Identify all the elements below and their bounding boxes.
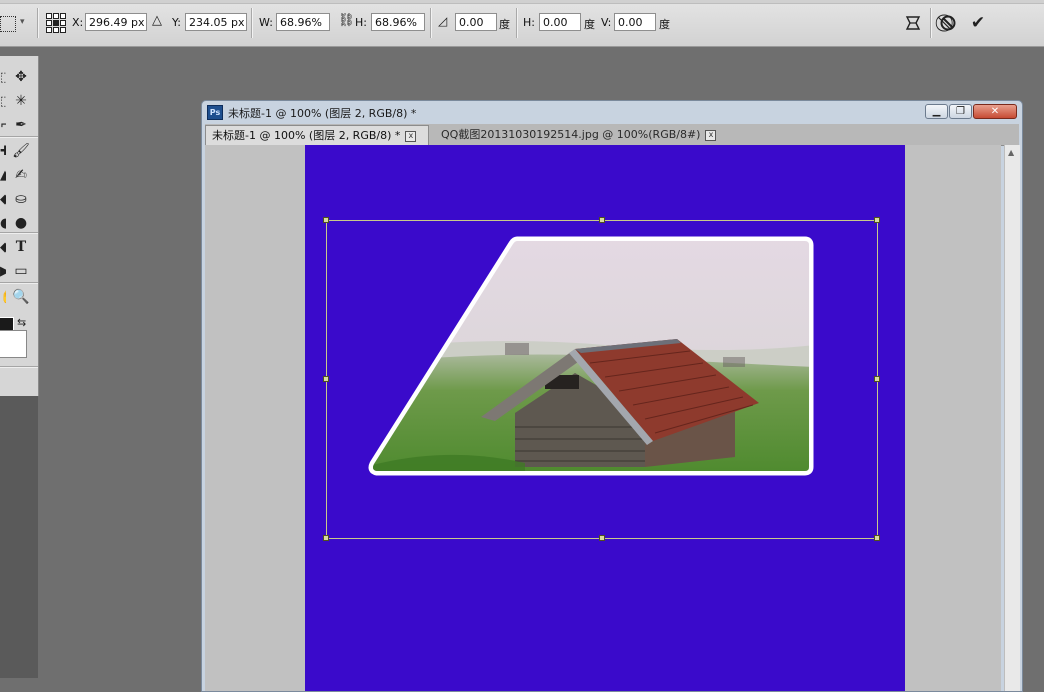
divider bbox=[0, 366, 38, 368]
canvas[interactable] bbox=[305, 145, 905, 691]
close-button[interactable]: ✕ bbox=[973, 104, 1017, 119]
tab-label: QQ截图20131030192514.jpg @ 100%(RGB/8#) bbox=[441, 128, 701, 141]
eyedropper-tool-icon[interactable]: ✒ bbox=[12, 116, 30, 134]
transform-reference-point-icon[interactable] bbox=[46, 13, 66, 33]
close-icon[interactable]: x bbox=[705, 129, 717, 141]
height-label: H: bbox=[355, 16, 367, 29]
options-bar: ▾ X: 296.49 px △ Y: 234.05 px W: 68.96% … bbox=[0, 0, 1044, 47]
type-tool-icon[interactable]: T bbox=[12, 238, 30, 256]
dodge-tool-icon[interactable]: ● bbox=[12, 214, 30, 232]
swap-colors-icon[interactable]: ⇆ bbox=[17, 316, 26, 329]
v-skew-unit: 度 bbox=[659, 18, 670, 31]
crop-tool-icon[interactable]: ⌐ bbox=[0, 118, 6, 134]
marquee-tool-icon[interactable]: ⬚ bbox=[0, 70, 6, 86]
v-skew-field[interactable]: 0.00 bbox=[614, 13, 656, 31]
transform-handle-bottom[interactable] bbox=[599, 535, 605, 541]
tab-untitled-1[interactable]: 未标题-1 @ 100% (图层 2, RGB/8) * x bbox=[205, 125, 429, 145]
divider bbox=[430, 8, 432, 38]
minimize-button[interactable]: ▁ bbox=[925, 104, 948, 119]
pen-tool-icon[interactable]: ◆ bbox=[0, 240, 6, 256]
document-pasteboard bbox=[205, 145, 1001, 691]
warp-icon-svg bbox=[905, 16, 921, 30]
transform-handle-top-left[interactable] bbox=[323, 217, 329, 223]
width-field[interactable]: 68.96% bbox=[276, 13, 330, 31]
v-skew-label: V: bbox=[601, 16, 612, 29]
tab-qq-screenshot[interactable]: QQ截图20131030192514.jpg @ 100%(RGB/8#) x bbox=[435, 125, 723, 145]
scroll-up-icon[interactable]: ▲ bbox=[1008, 148, 1014, 157]
transform-handle-top-right[interactable] bbox=[874, 217, 880, 223]
divider bbox=[930, 8, 932, 38]
transform-handle-top[interactable] bbox=[599, 217, 605, 223]
link-icon[interactable]: ⛓ bbox=[338, 13, 355, 28]
tools-panel-empty-area bbox=[0, 396, 38, 678]
background-color-swatch[interactable] bbox=[0, 330, 27, 358]
blur-tool-icon[interactable]: ● bbox=[0, 216, 6, 232]
eraser-tool-icon[interactable]: ◆ bbox=[0, 192, 6, 208]
x-position-field[interactable]: 296.49 px bbox=[85, 13, 147, 31]
cancel-transform-icon bbox=[940, 15, 956, 31]
x-label: X: bbox=[72, 16, 84, 29]
hand-tool-icon[interactable]: ✋ bbox=[0, 290, 6, 306]
paint-bucket-tool-icon[interactable]: ⛀ bbox=[12, 190, 30, 208]
divider bbox=[0, 232, 38, 234]
divider bbox=[516, 8, 518, 38]
y-position-field[interactable]: 234.05 px bbox=[185, 13, 247, 31]
h-skew-unit: 度 bbox=[584, 18, 595, 31]
lasso-tool-icon[interactable]: ⬚ bbox=[0, 94, 6, 110]
divider bbox=[251, 8, 253, 38]
tab-label: 未标题-1 @ 100% (图层 2, RGB/8) * bbox=[212, 129, 401, 142]
zoom-tool-icon[interactable]: 🔍 bbox=[12, 288, 30, 306]
transform-handle-left[interactable] bbox=[323, 376, 329, 382]
height-field[interactable]: 68.96% bbox=[371, 13, 425, 31]
h-skew-label: H: bbox=[523, 16, 535, 29]
rotate-angle-field[interactable]: 0.00 bbox=[455, 13, 497, 31]
magic-wand-tool-icon[interactable]: ✳ bbox=[12, 92, 30, 110]
document-titlebar[interactable]: Ps 未标题-1 @ 100% (图层 2, RGB/8) * ▁ ❐ ✕ bbox=[202, 101, 1022, 123]
history-brush-tool-icon[interactable]: ✍ bbox=[12, 166, 30, 184]
menu-strip bbox=[0, 0, 1044, 4]
path-selection-tool-icon[interactable]: ▶ bbox=[0, 264, 6, 280]
cancel-icon[interactable]: ⃠ bbox=[936, 11, 960, 35]
angle-unit: 度 bbox=[499, 18, 510, 31]
clone-stamp-tool-icon[interactable]: ▲ bbox=[0, 168, 6, 184]
document-tabs: 未标题-1 @ 100% (图层 2, RGB/8) * x QQ截图201310… bbox=[205, 124, 1019, 146]
commit-icon[interactable]: ✔ bbox=[966, 11, 990, 35]
y-label: Y: bbox=[172, 16, 181, 29]
document-window: Ps 未标题-1 @ 100% (图层 2, RGB/8) * ▁ ❐ ✕ 未标… bbox=[201, 100, 1023, 692]
tools-panel: ⬚ ✥ ⬚ ✳ ⌐ ✒ ✚ 🖌 ▲ ✍ ◆ ⛀ ● ● ◆ T ▶ ▭ ✋ 🔍 … bbox=[0, 56, 39, 396]
restore-button[interactable]: ❐ bbox=[949, 104, 972, 119]
transform-handle-bottom-right[interactable] bbox=[874, 535, 880, 541]
close-icon[interactable]: x bbox=[405, 130, 417, 142]
chevron-down-icon: ▾ bbox=[20, 17, 25, 27]
transform-bounding-box[interactable] bbox=[305, 145, 905, 691]
rectangle-tool-icon[interactable]: ▭ bbox=[12, 262, 30, 280]
transform-handle-bottom-left[interactable] bbox=[323, 535, 329, 541]
angle-icon: ◿ bbox=[438, 14, 448, 28]
divider bbox=[0, 136, 38, 138]
move-tool-icon[interactable]: ✥ bbox=[12, 68, 30, 86]
marquee-preset-icon bbox=[0, 16, 16, 32]
transform-handle-right[interactable] bbox=[874, 376, 880, 382]
divider bbox=[37, 8, 39, 38]
h-skew-field[interactable]: 0.00 bbox=[539, 13, 581, 31]
document-title: 未标题-1 @ 100% (图层 2, RGB/8) * bbox=[228, 107, 417, 120]
delta-icon[interactable]: △ bbox=[152, 13, 162, 28]
warp-icon[interactable] bbox=[901, 11, 925, 35]
width-label: W: bbox=[259, 16, 273, 29]
photoshop-logo-icon: Ps bbox=[207, 105, 223, 120]
divider bbox=[0, 282, 38, 284]
tool-preset-picker[interactable]: ▾ bbox=[0, 12, 32, 34]
vertical-scrollbar[interactable]: ▲ bbox=[1004, 145, 1020, 691]
healing-brush-tool-icon[interactable]: ✚ bbox=[0, 144, 6, 160]
brush-tool-icon[interactable]: 🖌 bbox=[12, 142, 30, 160]
